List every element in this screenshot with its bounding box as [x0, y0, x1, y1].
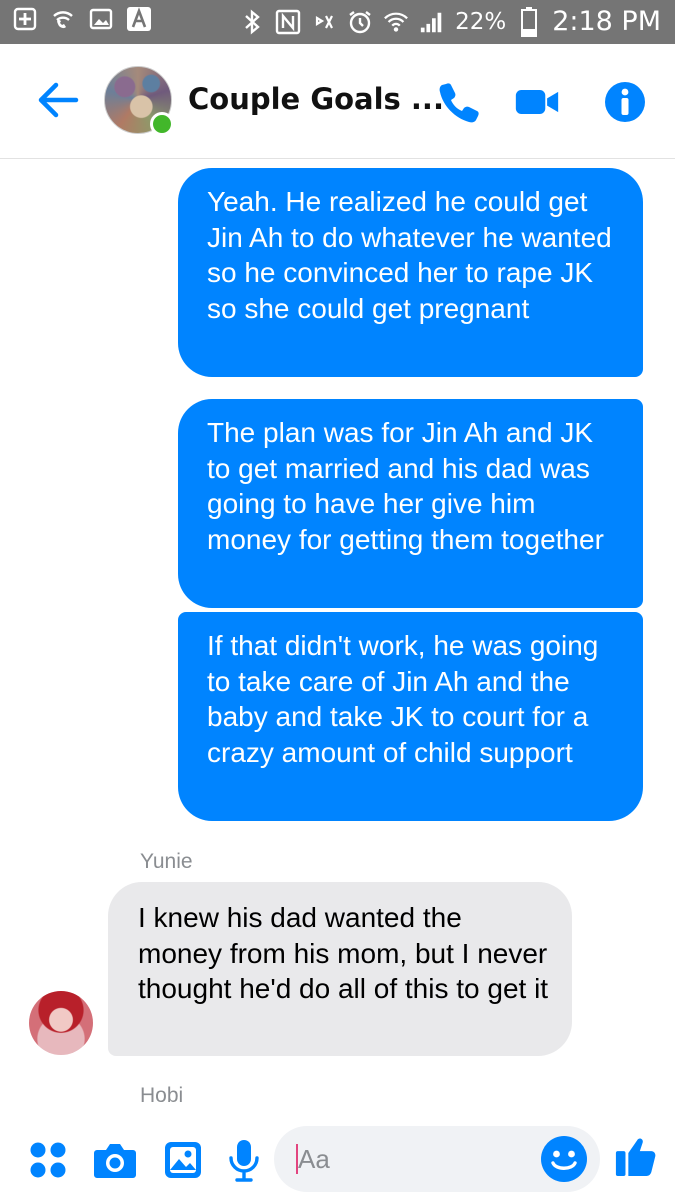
back-button[interactable]: [34, 80, 80, 120]
video-camera-icon: [515, 90, 559, 114]
outgoing-message[interactable]: If that didn't work, he was going to tak…: [178, 612, 643, 821]
nfc-icon: [275, 9, 301, 35]
wifi-icon: [383, 9, 409, 35]
sender-avatar[interactable]: [29, 991, 93, 1055]
next-sender-name: Hobi: [140, 1084, 184, 1107]
chat-title[interactable]: Couple Goals ...: [188, 82, 444, 116]
font-icon: [126, 6, 152, 32]
video-call-button[interactable]: [514, 80, 560, 124]
outgoing-message[interactable]: Yeah. He realized he could get Jin Ah to…: [178, 168, 643, 377]
microphone-icon: [229, 1140, 259, 1182]
text-cursor: [296, 1144, 298, 1174]
info-icon: [605, 82, 645, 122]
status-bar: 22% 2:18 PM: [0, 0, 675, 44]
sender-name: Yunie: [140, 850, 193, 873]
back-arrow-icon: [38, 82, 79, 118]
incoming-message[interactable]: I knew his dad wanted the money from his…: [108, 882, 572, 1056]
emoji-icon: [541, 1136, 587, 1182]
phone-icon: [439, 83, 479, 123]
apps-icon: [30, 1142, 66, 1178]
group-avatar[interactable]: [104, 66, 174, 136]
outgoing-message[interactable]: The plan was for Jin Ah and JK to get ma…: [178, 399, 643, 608]
online-indicator: [150, 112, 174, 136]
image-icon: [88, 6, 114, 32]
emoji-button[interactable]: [540, 1135, 588, 1183]
microphone-button[interactable]: [222, 1138, 266, 1182]
apps-button[interactable]: [26, 1138, 70, 1182]
voice-call-button[interactable]: [436, 80, 482, 124]
info-button[interactable]: [602, 80, 648, 124]
like-button[interactable]: [614, 1132, 658, 1176]
battery-percent: 22%: [455, 9, 507, 35]
message-composer: [0, 1118, 675, 1200]
gallery-button[interactable]: [161, 1138, 205, 1182]
chat-header: Couple Goals ...: [0, 44, 675, 159]
camera-button[interactable]: [93, 1138, 137, 1182]
camera-icon: [94, 1144, 136, 1178]
bluetooth-icon: [239, 9, 265, 35]
status-right-icons: 22% 2:18 PM: [239, 4, 661, 40]
clock: 2:18 PM: [552, 6, 661, 37]
status-left-icons: [12, 6, 152, 32]
gallery-icon: [165, 1142, 201, 1178]
mute-icon: [311, 9, 337, 35]
wifi-call-icon: [50, 6, 76, 32]
thumbs-up-icon: [615, 1138, 656, 1176]
alarm-icon: [347, 9, 373, 35]
signal-icon: [419, 9, 445, 35]
battery-icon: [516, 7, 542, 37]
plus-icon: [12, 6, 38, 32]
